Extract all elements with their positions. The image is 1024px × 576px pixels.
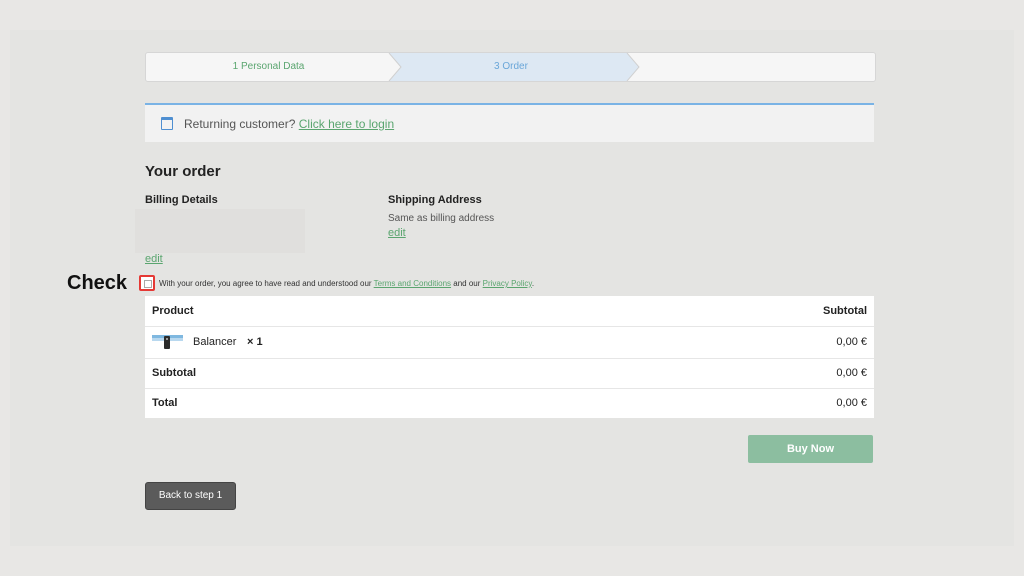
header-product: Product (152, 305, 194, 317)
agreement-suffix: . (531, 279, 535, 288)
step-personal-data[interactable]: 1 Personal Data (146, 53, 391, 81)
shipping-address-title: Shipping Address (388, 194, 482, 206)
terms-checkbox-highlight (139, 275, 155, 291)
product-quantity: × 1 (247, 336, 263, 348)
step-empty (641, 53, 875, 81)
subtotal-row: Subtotal 0,00 € (145, 358, 874, 389)
shipping-edit-link[interactable]: edit (388, 227, 406, 239)
total-value: 0,00 € (836, 397, 867, 409)
check-annotation-label: Check (67, 272, 128, 294)
step-order[interactable]: 3 Order (391, 53, 631, 81)
total-row: Total 0,00 € (145, 388, 874, 418)
privacy-link[interactable]: Privacy Policy (483, 279, 532, 288)
subtotal-label: Subtotal (152, 367, 196, 379)
order-title: Your order (145, 163, 221, 180)
billing-details-redacted (135, 209, 305, 253)
terms-link[interactable]: Terms and Conditions (374, 279, 451, 288)
notice-text: Returning customer? (184, 117, 296, 131)
billing-details-title: Billing Details (145, 194, 218, 206)
product-price: 0,00 € (836, 336, 867, 348)
header-subtotal: Subtotal (823, 305, 867, 317)
shipping-same-text: Same as billing address (388, 213, 495, 224)
login-link[interactable]: Click here to login (299, 117, 394, 131)
product-thumbnail-icon (152, 335, 183, 349)
agreement-prefix: With your order, you agree to have read … (159, 279, 372, 288)
checkout-steps: 1 Personal Data 3 Order (145, 52, 876, 82)
order-table: Product Subtotal Balancer × 1 0,00 € Sub… (145, 296, 874, 418)
subtotal-value: 0,00 € (836, 367, 867, 379)
terms-checkbox[interactable] (144, 280, 152, 288)
back-to-step-1-button[interactable]: Back to step 1 (145, 482, 236, 510)
notice-text-wrap: Returning customer? Click here to login (184, 117, 394, 131)
product-name: Balancer (193, 336, 237, 348)
buy-now-button[interactable]: Buy Now (748, 435, 873, 463)
total-label: Total (152, 397, 178, 409)
window-icon (161, 117, 173, 130)
returning-customer-notice: Returning customer? Click here to login (145, 103, 874, 142)
billing-edit-link[interactable]: edit (145, 253, 163, 265)
table-header-row: Product Subtotal (145, 296, 874, 327)
terms-agreement-text: With your order, you agree to have read … (159, 279, 534, 288)
table-row: Balancer × 1 0,00 € (145, 326, 874, 359)
agreement-middle: and our (453, 279, 481, 288)
